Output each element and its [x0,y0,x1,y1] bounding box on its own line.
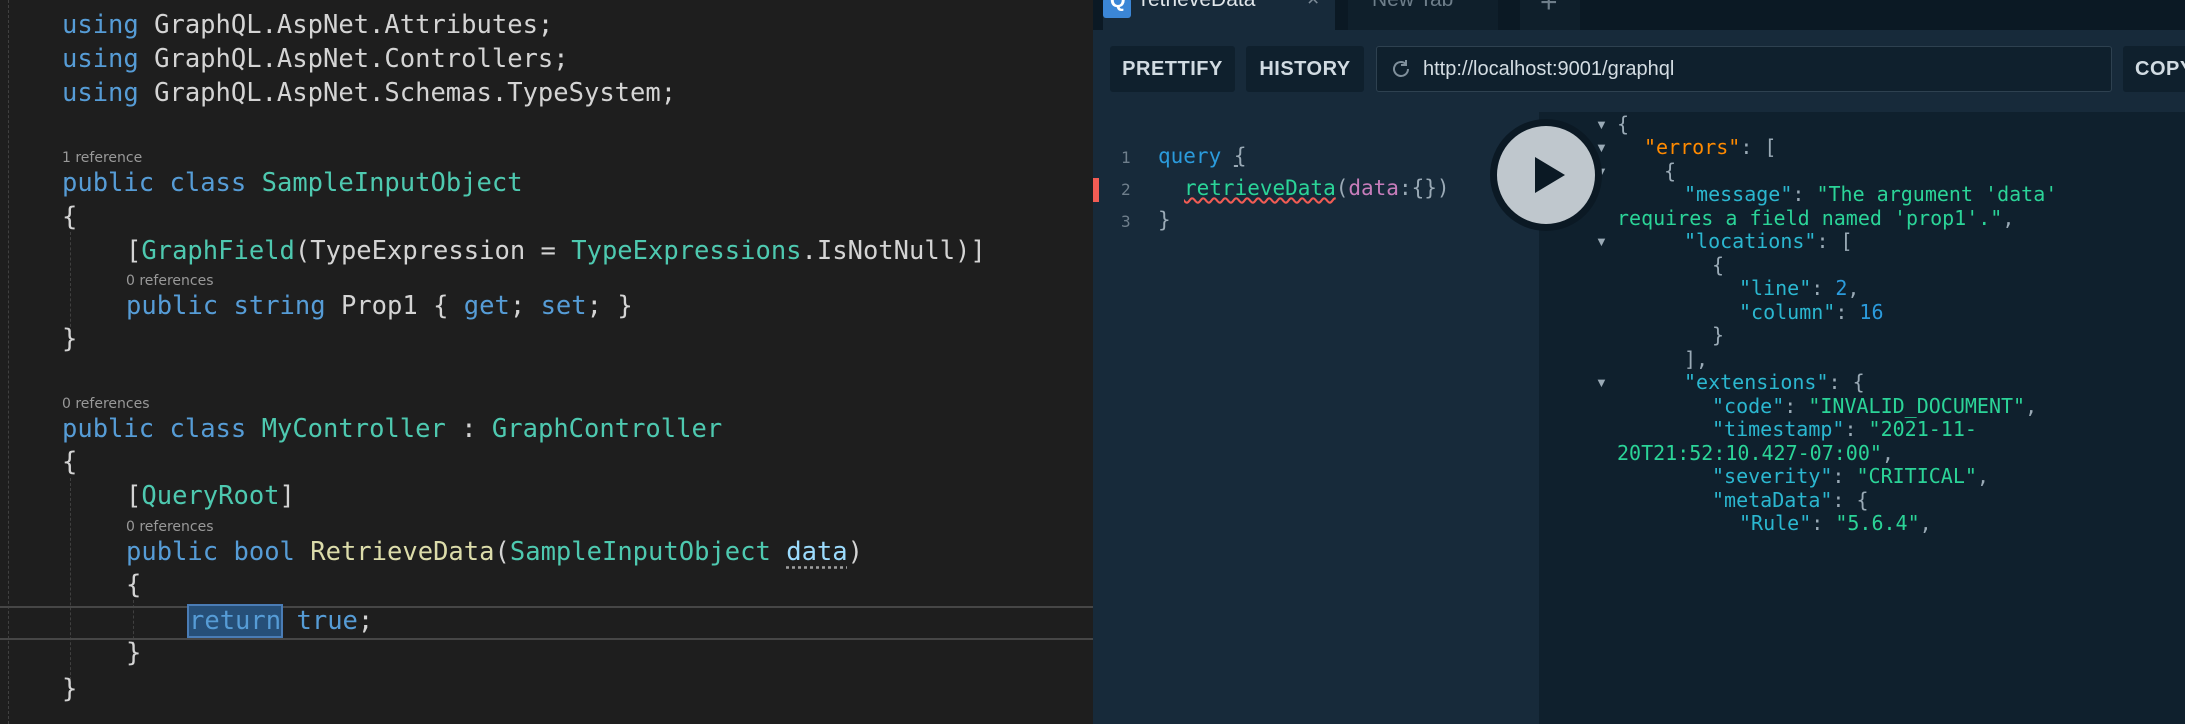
json-line: { [1617,112,1630,136]
collapse-arrow-icon[interactable]: ▼ [1595,117,1608,132]
code-line-2: using GraphQL.AspNet.Controllers; [62,44,569,74]
code-line-class-sample: public class SampleInputObject [62,168,523,198]
code-editor[interactable]: using GraphQL.AspNet.Attributes; using G… [0,0,1093,724]
json-line: "column": 16 [1739,300,1884,324]
line-number: 1 [1121,148,1131,167]
code-line-brace: { [62,202,78,232]
code-line-1: using GraphQL.AspNet.Attributes; [62,10,553,40]
type-name: SampleInputObject [261,168,523,198]
json-line: "timestamp": "2021-11- [1712,417,1977,441]
namespace: GraphQL.AspNet.Schemas.TypeSystem; [138,78,677,108]
tab-bar: Q retrieveData × New Tab + [1093,0,2185,30]
history-button[interactable]: HISTORY [1246,46,1364,92]
field-name: retrieveData [1184,176,1336,200]
json-line: "line": 2, [1739,276,1860,300]
query-line-2: retrieveData(data:{}) [1184,176,1450,200]
tab-new-tab[interactable]: New Tab [1348,0,1498,30]
prettify-button[interactable]: PRETTIFY [1110,46,1235,92]
attribute-name: QueryRoot [141,481,280,511]
code-line-brace: } [126,638,142,668]
json-line: "code": "INVALID_DOCUMENT", [1712,394,2038,418]
line-number: 2 [1121,180,1131,199]
code-line-brace: { [126,570,142,600]
execute-query-button[interactable] [1497,126,1595,224]
collapse-arrow-icon[interactable]: ▼ [1595,234,1608,249]
namespace: GraphQL.AspNet.Attributes; [138,10,554,40]
json-line: "Rule": "5.6.4", [1739,511,1932,535]
close-icon[interactable]: × [1307,0,1319,12]
namespace: GraphQL.AspNet.Controllers; [138,44,569,74]
codelens-references[interactable]: 0 references [62,396,150,412]
argument-name: data [1348,176,1399,200]
json-line: } [1712,323,1725,347]
add-tab-button[interactable]: + [1520,0,1580,30]
base-type-name: GraphController [491,414,723,444]
json-line: "metaData": { [1712,488,1869,512]
tab-label: New Tab [1372,0,1453,12]
reload-icon[interactable] [1389,57,1413,81]
collapse-arrow-icon[interactable]: ▼ [1595,164,1608,179]
parameter-name: data [786,537,848,567]
current-line-highlight [0,606,1093,640]
json-line: "errors": [ [1644,135,1777,159]
play-icon [1535,157,1565,193]
query-q-icon-letter: Q [1110,0,1126,12]
keyword: using [62,78,139,108]
code-line-brace: } [62,674,78,704]
json-line: 20T21:52:10.427-07:00", [1617,441,1894,465]
code-line-class-controller: public class MyController : GraphControl… [62,414,723,444]
collapse-arrow-icon[interactable]: ▼ [1595,140,1608,155]
line-number: 3 [1121,212,1131,231]
indent-guide [70,478,71,690]
copy-curl-button[interactable]: COPY [2123,46,2185,92]
code-line-brace: } [62,324,78,354]
query-line-3: } [1158,208,1171,232]
json-line: "message": "The argument 'data' [1684,182,2058,206]
json-line: { [1664,159,1677,183]
method-name: RetrieveData [310,537,495,567]
code-line-method: public bool RetrieveData(SampleInputObje… [126,537,863,567]
endpoint-url-input[interactable]: http://localhost:9001/graphql [1376,46,2112,92]
codelens-references[interactable]: 0 references [126,519,214,535]
code-line-return: return true; [186,604,374,638]
highlighted-keyword[interactable]: return [186,604,284,638]
plus-icon: + [1540,0,1558,19]
indent-guide [70,232,71,332]
json-line: ], [1684,347,1709,371]
graphql-playground: Q retrieveData × New Tab + PRETTIFY HIST… [1093,0,2185,724]
code-line-attribute: [GraphField(TypeExpression = TypeExpress… [126,236,986,266]
keyword: class [169,168,247,198]
type-name: MyController [261,414,446,444]
codelens-references[interactable]: 1 reference [62,150,142,166]
type-name: SampleInputObject [509,537,771,567]
code-line-brace: { [62,447,78,477]
query-line-1: query { [1158,144,1247,168]
json-line: "locations": [ [1684,229,1853,253]
codelens-references[interactable]: 0 references [126,273,214,289]
toolbar: PRETTIFY HISTORY http://localhost:9001/g… [1093,30,2185,112]
json-line: { [1712,253,1725,277]
keyword: using [62,44,139,74]
tab-label: retrieveData [1141,0,1255,12]
code-line-property: public string Prop1 { get; set; } [126,291,633,321]
code-line-attribute: [QueryRoot] [126,481,295,511]
error-marker [1093,178,1099,202]
result-viewer: { "errors": [ { "message": "The argument… [1539,112,2185,724]
type-name: TypeExpressions [571,236,802,266]
collapse-arrow-icon[interactable]: ▼ [1595,375,1608,390]
code-line-3: using GraphQL.AspNet.Schemas.TypeSystem; [62,78,676,108]
attribute-name: GraphField [141,236,295,266]
tab-retrieve-data[interactable]: Q retrieveData × [1103,0,1335,30]
query-editor[interactable]: 1 2 3 query { retrieveData(data:{}) } [1093,112,1539,724]
keyword: public [62,168,155,198]
keyword: using [62,10,139,40]
json-line: requires a field named 'prop1'.", [1617,206,2015,230]
json-line: "severity": "CRITICAL", [1712,464,1989,488]
endpoint-url: http://localhost:9001/graphql [1423,58,1675,80]
json-line: "extensions": { [1684,370,1865,394]
